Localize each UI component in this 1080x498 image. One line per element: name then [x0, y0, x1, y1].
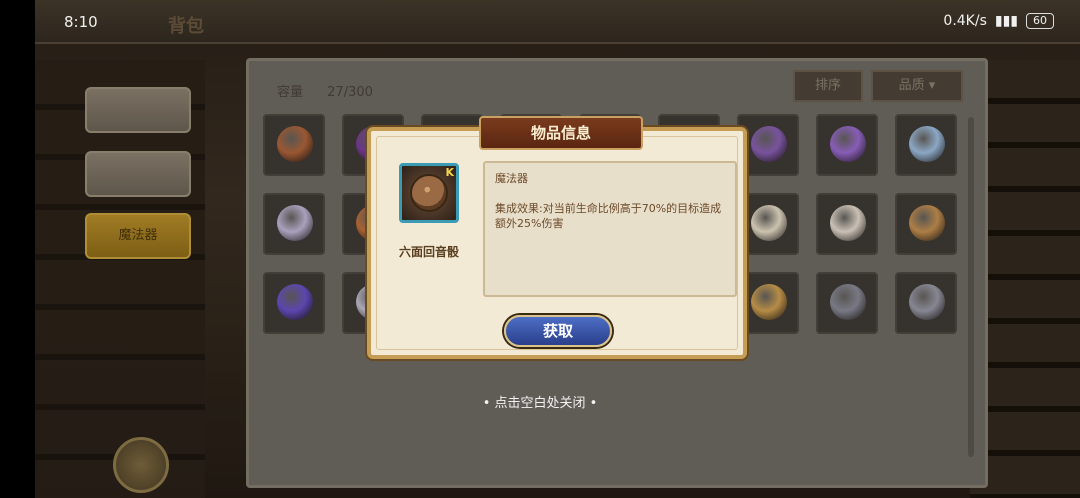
item-icon-frame: K: [399, 163, 459, 223]
network-speed: 0.4K/s: [943, 13, 987, 29]
status-time: 8:10: [64, 13, 98, 31]
dice-icon: [410, 174, 448, 212]
dialog-title: 物品信息: [479, 116, 643, 150]
item-effect: 集成效果:对当前生命比例高于70%的目标造成额外25%伤害: [495, 202, 722, 230]
left-black-bar: [0, 0, 35, 498]
item-type: 魔法器: [495, 172, 528, 185]
item-name: 六面回音骰: [398, 245, 459, 259]
item-description: 魔法器 集成效果:对当前生命比例高于70%的目标造成额外25%伤害: [483, 161, 737, 297]
signal-icon: ▮▮▮: [994, 13, 1018, 29]
status-indicators: 0.4K/s ▮▮▮ 60: [943, 13, 1054, 29]
rarity-mark: K: [445, 166, 454, 179]
item-info-dialog: 物品信息 K 六面回音骰 魔法器 集成效果:对当前生命比例高于70%的目标造成额…: [367, 116, 747, 359]
battery-icon: 60: [1026, 13, 1054, 29]
get-button[interactable]: 获取: [504, 315, 612, 347]
page-title: 背包: [168, 16, 204, 37]
close-hint: • 点击空白处关闭 •: [482, 396, 598, 411]
